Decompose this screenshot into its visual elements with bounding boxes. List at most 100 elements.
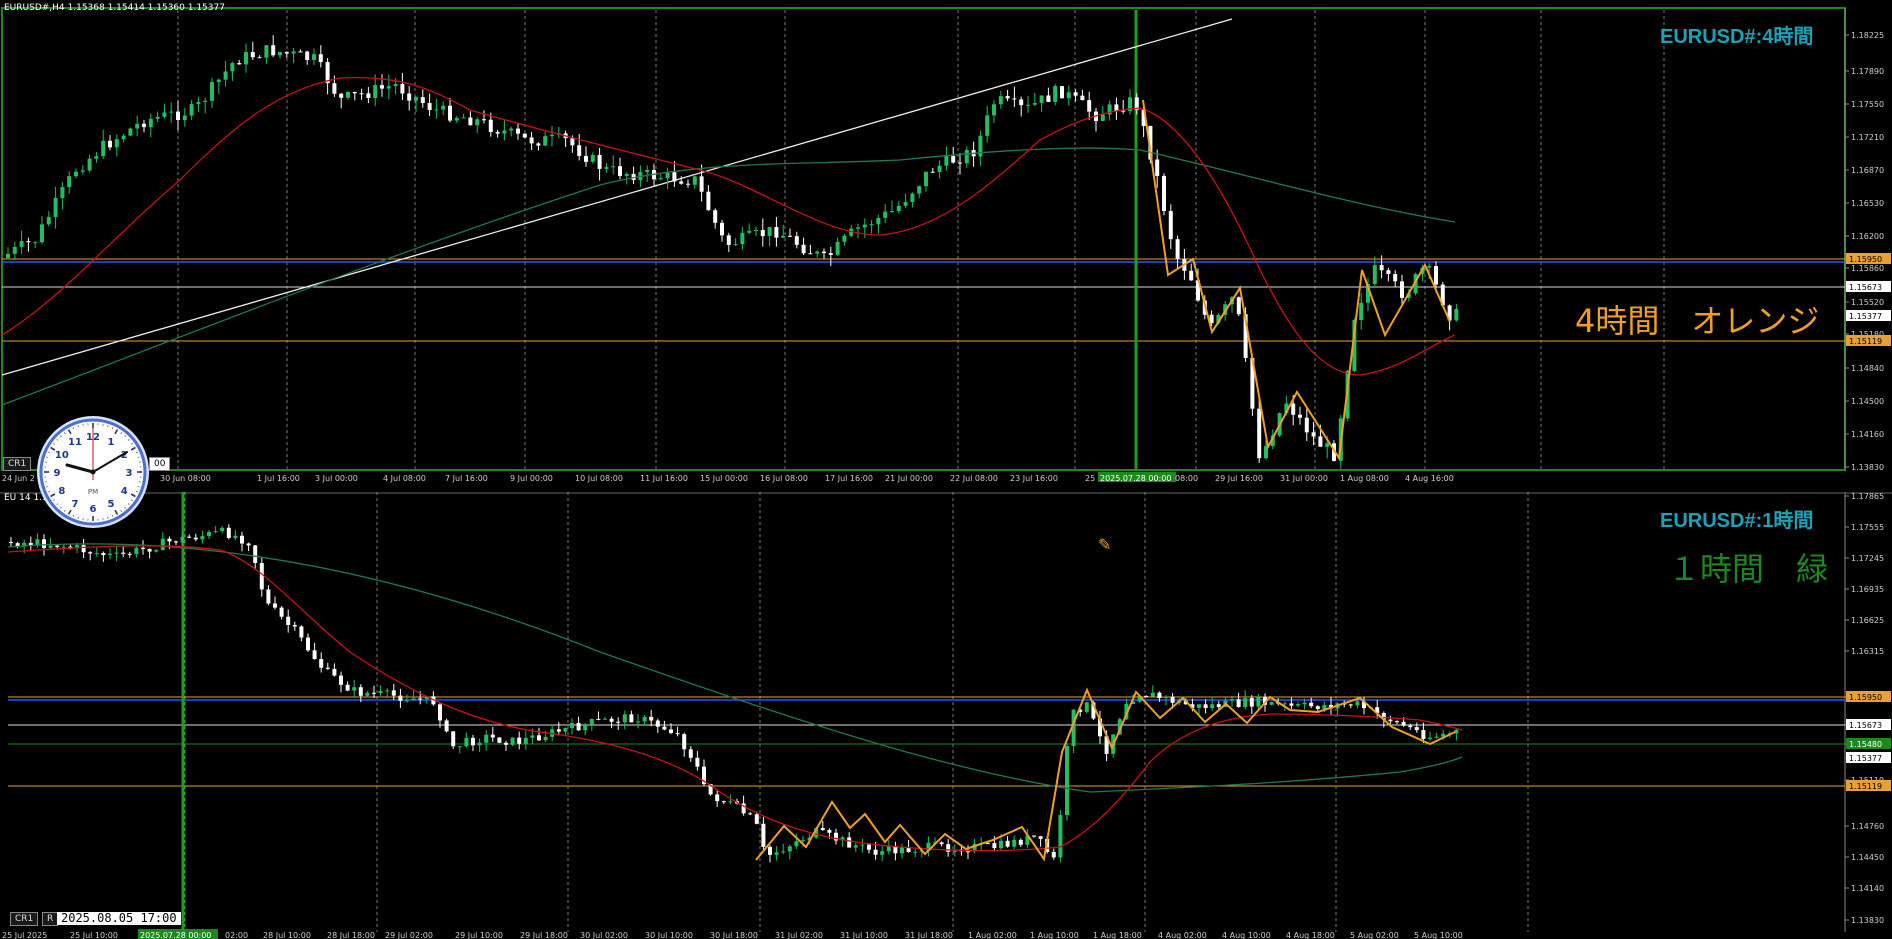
h4-candle [706, 191, 711, 211]
h4-time-label: 3 Jul 00:00 [315, 474, 358, 483]
h1-candle [530, 735, 535, 738]
clock-face-icon: 12 1234567891011PM [37, 416, 149, 528]
h4-time-label: 30 Jun 08:00 [160, 474, 211, 483]
h4-time-label: 31 Jul 00:00 [1280, 474, 1328, 483]
h4-candle [373, 85, 378, 98]
h1-price-label: 1.16935 [1851, 585, 1884, 594]
h1-time-label: 1 Aug 02:00 [968, 931, 1017, 939]
analog-clock-widget[interactable]: 12 1 2 3 4 5 6 7 8 9 10 11 PM [35, 414, 151, 530]
clock-number: 5 [108, 499, 115, 510]
h1-candle [754, 814, 759, 824]
h1-ma-slow [7, 543, 1463, 793]
h1-candle [81, 545, 86, 553]
h1-chart-canvas[interactable]: 1.17865 1.17555 1.17245 1.16935 1.16625 1.163… [0, 492, 1892, 939]
h1-price-tag-label: 1.15673 [1849, 721, 1882, 730]
h4-candle [815, 251, 820, 254]
h1-candle [451, 731, 456, 747]
h4-time-label: 4 Jul 08:00 [383, 474, 426, 483]
h4-chart-canvas[interactable]: 1.18225 1.17890 1.17550 1.17210 1.16870 1.165… [0, 0, 1892, 492]
h1-candle [147, 548, 152, 552]
h1-candle [438, 704, 442, 721]
clock-number: 4 [121, 486, 128, 497]
h1-candle [352, 687, 357, 691]
h4-candle [1311, 432, 1316, 437]
h1-candle [108, 553, 112, 556]
clock-ampm: PM [88, 488, 98, 496]
h1-candle [873, 849, 878, 855]
h4-candle [1427, 266, 1432, 268]
h4-candle [536, 143, 541, 146]
h1-r-tag[interactable]: R [42, 912, 59, 926]
h1-candle [900, 847, 904, 854]
h4-time-label: 4 Aug 16:00 [1405, 474, 1454, 483]
h4-candle [291, 51, 296, 54]
h4-price-label: 1.18225 [1851, 31, 1884, 40]
h1-chart-pane[interactable]: 1.17865 1.17555 1.17245 1.16935 1.16625 1.163… [0, 492, 1892, 939]
h1-price-label: 1.14140 [1851, 884, 1884, 893]
h4-zigzag-line [1142, 99, 1451, 461]
h4-candle [1046, 95, 1051, 102]
h4-candle [169, 111, 174, 113]
h4-candle [1168, 211, 1173, 240]
h4-price-tag-label: 1.15119 [1849, 337, 1882, 346]
h1-time-label: 31 Jul 02:00 [775, 931, 823, 939]
h4-candle [346, 92, 350, 98]
h4-candle [577, 145, 582, 156]
h4-trendline [1, 18, 1233, 376]
h1-candle [570, 722, 574, 729]
h4-candle [216, 79, 221, 83]
h1-candle [629, 714, 634, 723]
h1-time-label: 31 Jul 18:00 [905, 931, 953, 939]
h4-candle [244, 52, 248, 65]
h4-candle [448, 105, 452, 121]
h4-candle [618, 166, 622, 176]
h1-candle [636, 721, 640, 723]
h1-candle [127, 553, 132, 555]
h1-candle [847, 837, 852, 848]
h4-price-label: 1.17550 [1851, 100, 1884, 109]
h1-time-label: 30 Jul 18:00 [710, 931, 758, 939]
h1-price-label: 1.14760 [1851, 822, 1884, 831]
h1-candle [497, 737, 502, 743]
h4-candle [747, 230, 752, 233]
h4-candle [162, 112, 167, 117]
h1-candle [1197, 704, 1201, 708]
h1-price-tag-label: 1.15480 [1849, 740, 1882, 749]
h1-time-label: 1 Aug 18:00 [1093, 931, 1142, 939]
h1-candle [312, 650, 317, 660]
h4-candle [692, 176, 697, 185]
h1-candle [339, 675, 343, 685]
h4-candle [1012, 98, 1017, 100]
h1-price-label: 1.17245 [1851, 554, 1884, 563]
h1-candle [180, 536, 185, 543]
h4-candle [590, 154, 595, 162]
h4-time-tag[interactable]: 00 [149, 457, 171, 471]
h4-candle [658, 178, 663, 180]
h4-cr1-tag[interactable]: CR1 [3, 457, 32, 471]
h4-candle [835, 241, 840, 255]
h4-candle [509, 128, 514, 131]
h4-candle [903, 202, 908, 206]
h4-candle [502, 130, 507, 134]
h4-chart-pane[interactable]: 1.18225 1.17890 1.17550 1.17210 1.16870 1.165… [0, 0, 1892, 492]
h1-date-box: 2025.08.05 17:00 [57, 912, 181, 925]
h1-candle [253, 545, 258, 563]
h1-candle [576, 722, 581, 731]
h4-candle [686, 183, 690, 185]
h1-candle [886, 846, 891, 852]
clock-number: 8 [58, 486, 65, 497]
h4-candle [366, 93, 371, 98]
h4-price-label: 1.14840 [1851, 364, 1884, 373]
h1-candle [286, 616, 291, 625]
h4-price-label: 1.14500 [1851, 397, 1884, 406]
h4-time-label: 22 Jul 08:00 [950, 474, 998, 483]
h1-cr1-tag[interactable]: CR1 [10, 912, 39, 926]
h4-price-tag-label: 1.15377 [1849, 312, 1882, 321]
h1-candle [167, 538, 172, 542]
h4-candle [740, 232, 745, 245]
h1-candle [1236, 699, 1241, 707]
h1-candle [1157, 692, 1162, 698]
h1-candle [1355, 701, 1360, 706]
h4-candle [33, 242, 38, 244]
h1-candle [1256, 697, 1261, 707]
